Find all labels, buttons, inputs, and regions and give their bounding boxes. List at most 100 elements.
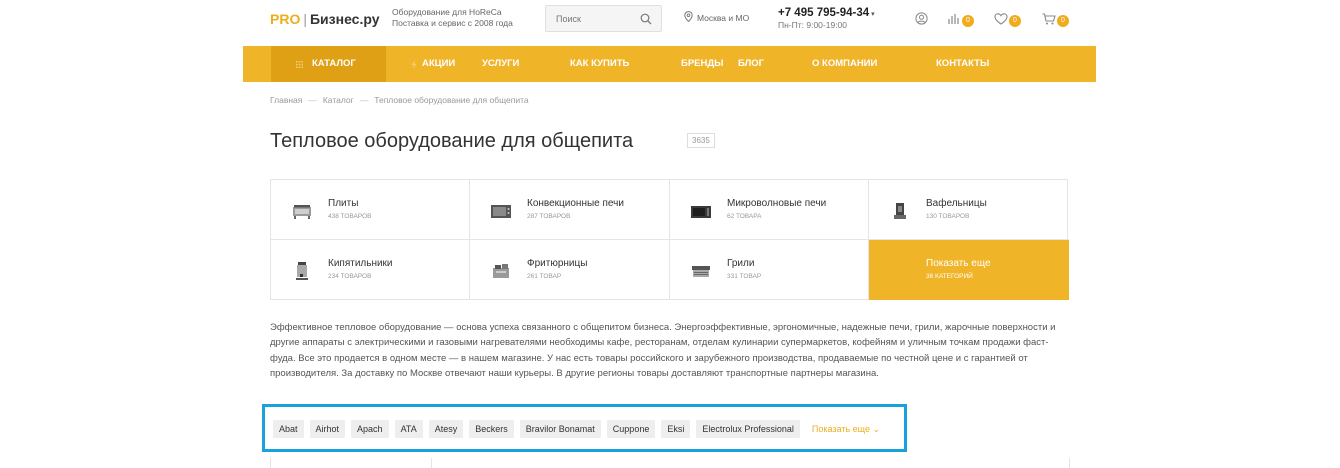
cart-icon bbox=[1042, 12, 1056, 30]
breadcrumb-home[interactable]: Главная bbox=[270, 95, 302, 105]
category-count: 234 товаров bbox=[328, 273, 372, 280]
nav-item-how-to-buy[interactable]: КАК КУПИТЬ bbox=[570, 46, 681, 82]
grill-icon bbox=[690, 260, 712, 282]
category-name: Конвекционные печи bbox=[527, 198, 624, 209]
logo-name: Бизнес.ру bbox=[309, 11, 380, 27]
more-categories-count: 36 категорий bbox=[926, 273, 973, 280]
water-boiler-icon bbox=[291, 260, 313, 282]
microwave-icon bbox=[690, 200, 712, 222]
category-grid: Плиты 438 товаров Конвекционные печи 287… bbox=[270, 179, 1069, 300]
favorites-count-badge: 0 bbox=[1009, 15, 1021, 27]
category-count: 438 товаров bbox=[328, 213, 372, 220]
breadcrumb-separator: — bbox=[359, 95, 369, 105]
brand-tag[interactable]: Atesy bbox=[428, 420, 464, 438]
divider bbox=[270, 458, 271, 468]
divider bbox=[431, 458, 432, 468]
heart-icon bbox=[994, 12, 1008, 30]
main-nav: КАТАЛОГ АКЦИИ УСЛУГИ КАК КУПИТЬ БРЕНДЫ Б… bbox=[243, 46, 1096, 82]
category-tile-water-boilers[interactable]: Кипятильники 234 товаров bbox=[271, 240, 470, 300]
logo-separator: | bbox=[303, 11, 307, 27]
nav-label-promotions: АКЦИИ bbox=[422, 58, 456, 69]
breadcrumb-current: Тепловое оборудование для общепита bbox=[374, 95, 529, 105]
show-more-brands-link[interactable]: Показать еще ⌄ bbox=[812, 424, 880, 435]
category-tile-fryers[interactable]: Фритюрницы 261 товар bbox=[470, 240, 670, 300]
category-tile-stoves[interactable]: Плиты 438 товаров bbox=[271, 180, 470, 240]
tagline-line-2: Поставка и сервис с 2008 года bbox=[392, 18, 513, 28]
nav-item-brands[interactable]: БРЕНДЫ bbox=[681, 46, 738, 82]
category-tile-microwaves[interactable]: Микроволновые печи 62 товара bbox=[670, 180, 869, 240]
user-icon bbox=[915, 12, 928, 30]
search-input[interactable] bbox=[546, 6, 636, 31]
site-header: PRO | Бизнес.ру Оборудование для HoReCa По… bbox=[0, 0, 1340, 40]
brand-tag[interactable]: Apach bbox=[351, 420, 389, 438]
favorites-button[interactable]: 0 bbox=[994, 12, 1021, 30]
brand-tag[interactable]: Electrolux Professional bbox=[696, 420, 800, 438]
brand-tag[interactable]: Beckers bbox=[469, 420, 514, 438]
category-tile-waffle-makers[interactable]: Вафельницы 130 товаров bbox=[869, 180, 1069, 240]
convection-oven-icon bbox=[490, 200, 512, 222]
brand-tag[interactable]: Eksi bbox=[661, 420, 691, 438]
category-count: 331 товар bbox=[727, 273, 762, 280]
compare-button[interactable]: 0 bbox=[947, 12, 974, 30]
phone-number: +7 495 795-94-34 bbox=[778, 7, 870, 19]
breadcrumb: Главная — Каталог — Тепловое оборудование дл… bbox=[270, 95, 529, 105]
category-count: 62 товара bbox=[727, 213, 762, 220]
nav-item-services[interactable]: УСЛУГИ bbox=[482, 46, 570, 82]
show-more-label: Показать еще bbox=[926, 258, 991, 269]
logo-pro: PRO bbox=[270, 11, 301, 27]
brand-tag-list: Abat Airhot Apach ATA Atesy Beckers Brav… bbox=[273, 420, 880, 438]
category-description: Эффективное тепловое оборудование — осно… bbox=[270, 322, 1056, 380]
compare-chart-icon bbox=[947, 12, 961, 30]
brand-tag[interactable]: Cuppone bbox=[606, 420, 656, 438]
brand-tag[interactable]: Bravilor Bonamat bbox=[519, 420, 601, 438]
work-hours: Пн-Пт: 9:00-19:00 bbox=[778, 20, 848, 30]
cart-button[interactable]: 0 bbox=[1042, 12, 1069, 30]
show-more-brands-label: Показать еще bbox=[811, 423, 870, 434]
nav-item-about[interactable]: О КОМПАНИИ bbox=[812, 46, 936, 82]
divider bbox=[1069, 458, 1070, 468]
category-tile-grills[interactable]: Грили 331 товар bbox=[670, 240, 869, 300]
location-selector[interactable]: Москва и МО bbox=[684, 11, 749, 24]
search-box bbox=[545, 5, 662, 32]
search-icon[interactable] bbox=[640, 12, 652, 30]
waffle-maker-icon bbox=[889, 200, 911, 222]
nav-item-promotions[interactable]: АКЦИИ bbox=[411, 46, 482, 82]
page-title: Тепловое оборудование для общепита bbox=[270, 130, 634, 152]
brand-tag[interactable]: Airhot bbox=[309, 420, 346, 438]
account-button[interactable] bbox=[915, 12, 928, 30]
site-tagline: Оборудование для HoReCa Поставка и серви… bbox=[392, 7, 513, 29]
nav-item-blog[interactable]: БЛОГ bbox=[738, 46, 812, 82]
category-count: 130 товаров bbox=[926, 213, 970, 220]
breadcrumb-catalog[interactable]: Каталог bbox=[323, 95, 354, 105]
location-pin-icon bbox=[684, 11, 693, 24]
site-logo[interactable]: PRO | Бизнес.ру bbox=[270, 11, 380, 27]
chevron-down-icon[interactable]: ▾ bbox=[871, 11, 875, 18]
phone-block: +7 495 795-94-34 ▾ Пн-Пт: 9:00-19:00 bbox=[778, 7, 875, 30]
tagline-line-1: Оборудование для HoReCa bbox=[392, 7, 502, 17]
nav-item-catalog[interactable]: КАТАЛОГ bbox=[271, 46, 386, 82]
chevron-down-icon: ⌄ bbox=[872, 423, 881, 434]
category-name: Микроволновые печи bbox=[727, 198, 827, 209]
nav-item-contacts[interactable]: КОНТАКТЫ bbox=[936, 46, 1006, 82]
fryer-icon bbox=[490, 260, 512, 282]
category-tile-convection-ovens[interactable]: Конвекционные печи 287 товаров bbox=[470, 180, 670, 240]
category-name: Вафельницы bbox=[926, 198, 987, 209]
brand-tag[interactable]: Abat bbox=[273, 420, 304, 438]
category-count: 287 товаров bbox=[527, 213, 571, 220]
brand-filter-panel: Abat Airhot Apach ATA Atesy Beckers Brav… bbox=[262, 404, 907, 452]
nav-label-catalog: КАТАЛОГ bbox=[312, 58, 356, 69]
lightning-icon bbox=[411, 59, 417, 69]
compare-count-badge: 0 bbox=[962, 15, 974, 27]
phone-number-row[interactable]: +7 495 795-94-34 ▾ bbox=[778, 7, 875, 19]
grid-icon bbox=[296, 60, 303, 68]
category-name: Кипятильники bbox=[328, 258, 393, 269]
stove-icon bbox=[291, 200, 313, 222]
show-more-categories-tile[interactable]: Показать еще 36 категорий bbox=[869, 240, 1069, 300]
category-name: Плиты bbox=[328, 198, 359, 209]
category-name: Фритюрницы bbox=[527, 258, 588, 269]
category-count: 261 товар bbox=[527, 273, 562, 280]
location-label: Москва и МО bbox=[697, 12, 750, 23]
breadcrumb-separator: — bbox=[308, 95, 317, 105]
brand-tag[interactable]: ATA bbox=[394, 420, 423, 438]
cart-count-badge: 0 bbox=[1057, 15, 1069, 27]
